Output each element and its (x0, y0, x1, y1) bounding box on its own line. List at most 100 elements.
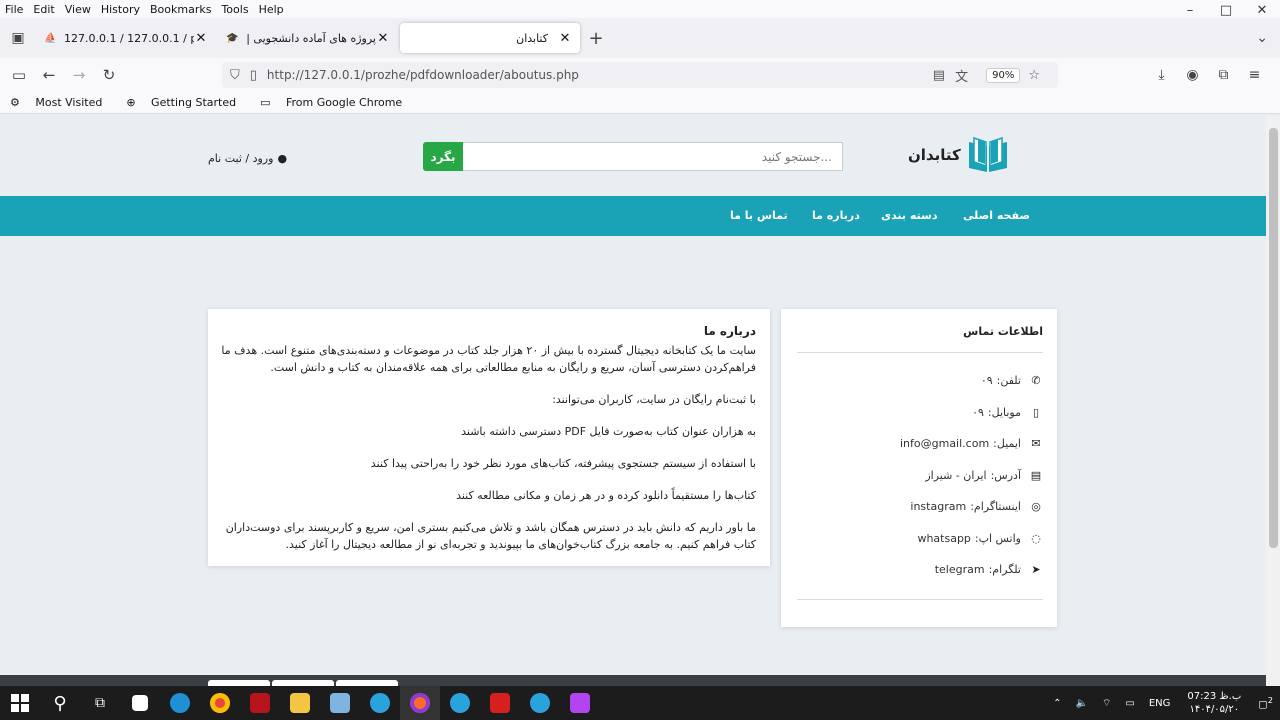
search-button[interactable]: بگرد (423, 142, 463, 171)
site-logo[interactable]: کتابدان (908, 136, 1009, 174)
contact-mobile: ▯ موبایل: ۰۹ (900, 397, 1043, 429)
scrollbar-thumb[interactable] (1269, 128, 1278, 548)
extensions-icon[interactable]: ⧉ (1208, 67, 1239, 83)
contact-address: ▤ آدرس: ایران - شیراز (900, 460, 1043, 492)
task-view-icon[interactable]: ⧉ (80, 686, 120, 720)
nav-about[interactable]: درباره ما (812, 209, 860, 222)
bookmark-from-chrome[interactable]: ▭ From Google Chrome (260, 96, 414, 109)
telegram-icon: ➤ (1031, 563, 1041, 577)
menu-bookmarks[interactable]: Bookmarks (150, 3, 211, 16)
menu-bar: File Edit View History Bookmarks Tools H… (0, 0, 1280, 18)
about-intro: سایت ما یک کتابخانه دیجیتال گسترده با بی… (221, 344, 756, 374)
battery-icon[interactable]: ▭ (1125, 698, 1134, 709)
start-windows-icon[interactable] (0, 686, 40, 720)
nav-contact[interactable]: تماس با ما (730, 209, 788, 222)
navigation-bar: ▭ ← → ↻ ⛉ ▯ http://127.0.0.1/prozhe/pdfd… (0, 58, 1280, 92)
notepad-icon[interactable] (320, 686, 360, 720)
notification-count: 2 (1267, 695, 1273, 706)
contact-value: ۰۹ (980, 374, 993, 388)
tab-projects[interactable]: 🎓 پروژه های آماده دانشجویی | دانل ✕ (218, 23, 398, 53)
tab-close-icon[interactable]: ✕ (376, 31, 390, 46)
search-input[interactable] (463, 142, 843, 171)
telegram-taskbar-icon[interactable] (360, 686, 400, 720)
nav-categories[interactable]: دسته بندی (881, 209, 938, 222)
menu-history[interactable]: History (101, 3, 140, 16)
back-arrow-icon[interactable]: ← (34, 66, 64, 84)
bookmark-getting-started[interactable]: ⊕ Getting Started (126, 96, 248, 109)
forward-arrow-icon[interactable]: → (64, 66, 94, 84)
bookmark-label: Getting Started (151, 96, 237, 109)
clock[interactable]: 07:23 ب.ظ ۱۴۰۴/۰۵/۲۰ (1187, 690, 1241, 716)
notification-icon[interactable]: ▢2 (1258, 695, 1273, 710)
contact-phone: ✆ تلفن: ۰۹ (900, 365, 1043, 397)
contact-value: ۰۹ (972, 405, 984, 419)
about-paragraph: با استفاده از سیستم جستجوی پیشرفته، کتاب… (370, 457, 756, 470)
volume-icon[interactable]: 🔈 (1076, 698, 1088, 709)
tab-ketabdan[interactable]: کتابدان ✕ (400, 23, 580, 53)
contact-label: ایمیل: (993, 437, 1021, 451)
login-link[interactable]: ●ورود / ثبت نام (208, 152, 287, 165)
store-icon[interactable] (120, 686, 160, 720)
menu-file[interactable]: File (5, 3, 23, 16)
bookmark-star-icon[interactable]: ☆ (1028, 68, 1040, 83)
divider (797, 599, 1043, 600)
contact-value: ایران - شیراز (925, 468, 987, 482)
about-card: درباره ما سایت ما یک کتابخانه دیجیتال گس… (208, 309, 770, 566)
translate-icon[interactable]: 文 (955, 66, 968, 85)
chevron-down-icon[interactable]: ⌄ (1256, 30, 1268, 46)
bookmarks-bar: ⚙ Most Visited ⊕ Getting Started ▭ From … (0, 92, 1280, 114)
tab-strip: ▣ ⛵ 127.0.0.1 / 127.0.0.1 / pdfdownl ✕ 🎓… (0, 18, 1280, 58)
contact-value[interactable]: info@gmail.com (900, 437, 989, 450)
nav-home[interactable]: صفحه اصلی (963, 209, 1030, 222)
graduation-cap-icon: 🎓 (226, 32, 239, 44)
tab-close-icon[interactable]: ✕ (194, 31, 208, 46)
account-icon[interactable]: ◉ (1177, 67, 1208, 83)
open-book-icon (968, 136, 1007, 172)
wifi-icon[interactable]: ⌔ (1102, 697, 1111, 710)
menu-help[interactable]: Help (259, 3, 284, 16)
language-indicator[interactable]: ENG (1149, 698, 1171, 709)
contact-label: واتس اپ: (974, 531, 1021, 545)
zoom-level[interactable]: 90% (986, 67, 1021, 83)
tab-title: 127.0.0.1 / 127.0.0.1 / pdfdownl (64, 31, 194, 45)
contact-value[interactable]: instagram (910, 500, 966, 513)
reload-icon[interactable]: ↻ (94, 66, 124, 84)
chrome-icon[interactable] (200, 686, 240, 720)
url-text[interactable]: http://127.0.0.1/prozhe/pdfdownloader/ab… (267, 68, 933, 82)
acrobat-icon[interactable] (480, 686, 520, 720)
page-info-icon[interactable]: ▯ (250, 68, 257, 83)
file-explorer-icon[interactable] (280, 686, 320, 720)
bookmark-most-visited[interactable]: ⚙ Most Visited (10, 96, 114, 109)
toolbar-right: ⤓ ◉ ⧉ ≡ (1146, 67, 1270, 83)
tab-close-icon[interactable]: ✕ (558, 31, 572, 46)
address-bar[interactable]: ⛉ ▯ http://127.0.0.1/prozhe/pdfdownloade… (222, 62, 1058, 88)
phpstorm-icon[interactable] (560, 686, 600, 720)
menu-view[interactable]: View (65, 3, 91, 16)
address-card-icon: ▤ (1030, 468, 1042, 482)
page-scrollbar[interactable] (1266, 116, 1280, 686)
firefox-icon[interactable] (400, 686, 440, 720)
telegram-taskbar-icon[interactable] (440, 686, 480, 720)
about-paragraph: با ثبت‌نام رایگان در سایت، کاربران می‌تو… (552, 393, 756, 406)
search-icon[interactable]: ⚲ (40, 686, 80, 720)
tab-phpmyadmin[interactable]: ⛵ 127.0.0.1 / 127.0.0.1 / pdfdownl ✕ (36, 23, 216, 53)
edge-icon[interactable] (160, 686, 200, 720)
contact-email: ✉ ایمیل: info@gmail.com (900, 428, 1043, 460)
email-icon: ✉ (1031, 437, 1041, 451)
contact-value[interactable]: telegram (935, 563, 985, 576)
menu-edit[interactable]: Edit (33, 3, 54, 16)
downloads-icon[interactable]: ⤓ (1146, 67, 1177, 83)
chevron-up-icon[interactable]: ⌃ (1053, 698, 1061, 709)
menu-hamburger-icon[interactable]: ≡ (1239, 67, 1270, 83)
contact-instagram: ◎ اینستاگرام: instagram (900, 491, 1043, 523)
menu-tools[interactable]: Tools (221, 3, 248, 16)
sidebar-toggle-icon[interactable]: ▭ (4, 66, 34, 84)
reader-view-icon[interactable]: ▤ (933, 68, 945, 83)
tab-list-icon[interactable]: ▣ (0, 30, 36, 46)
new-tab-icon[interactable]: + (582, 28, 610, 49)
contact-label: آدرس: (990, 468, 1021, 482)
contact-value[interactable]: whatsapp (917, 532, 970, 545)
telegram-taskbar-icon[interactable] (520, 686, 560, 720)
shield-icon[interactable]: ⛉ (230, 68, 240, 83)
app-red-icon[interactable] (240, 686, 280, 720)
